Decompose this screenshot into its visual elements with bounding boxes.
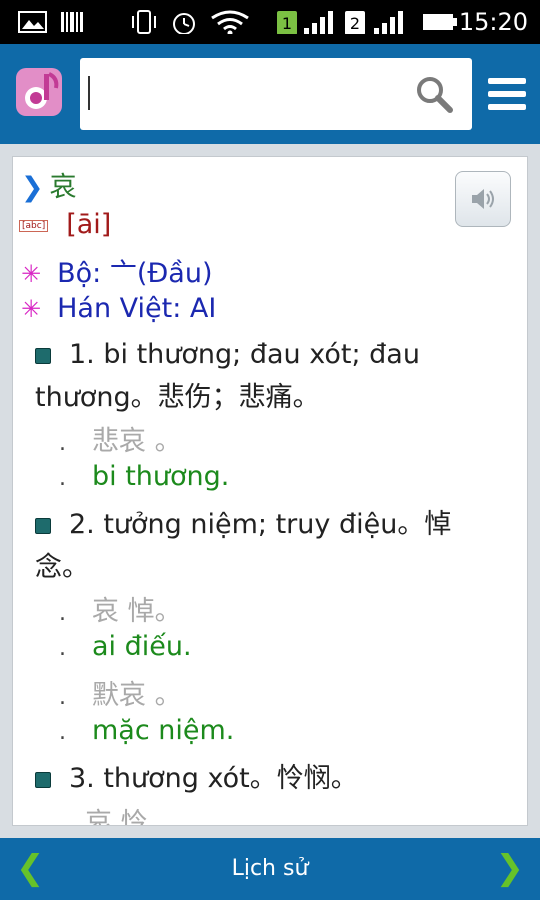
example-vietnamese: . ai điếu. bbox=[59, 631, 192, 662]
radical-row: ✳ Bộ: 亠(Đầu) bbox=[21, 251, 212, 290]
history-button[interactable]: Lịch sử bbox=[0, 856, 540, 881]
example-vietnamese: . bi thương. bbox=[59, 461, 230, 492]
menu-line bbox=[488, 104, 526, 110]
bullet-icon bbox=[35, 347, 51, 364]
wifi-icon bbox=[211, 10, 249, 34]
dictionary-entry-panel[interactable]: ❯ 哀 [abc] [āi] ✳ Bộ: 亠(Đầu) ✳ Hán Việt: AI 1… bbox=[12, 156, 528, 826]
search-box[interactable] bbox=[80, 58, 472, 130]
example-chinese: 哀 怜 bbox=[85, 808, 148, 826]
example-vietnamese: . mặc niệm. bbox=[59, 715, 235, 746]
barcode-icon bbox=[61, 12, 83, 32]
example-chinese: . 悲哀 。 bbox=[59, 426, 182, 457]
definition-text: 1. bi thương; đau xót; đau thương。悲伤；悲痛。 bbox=[35, 339, 420, 413]
image-icon bbox=[18, 11, 47, 33]
menu-button[interactable] bbox=[488, 78, 526, 112]
chevron-right-icon: ❯ bbox=[21, 172, 44, 203]
example-chinese: . 默哀 。 bbox=[59, 680, 182, 711]
svg-text:2: 2 bbox=[350, 14, 360, 33]
sim1-icon: 1 bbox=[277, 11, 297, 34]
app-header bbox=[0, 44, 540, 144]
signal-icon bbox=[304, 11, 333, 34]
han-viet-text: Hán Việt: AI bbox=[57, 293, 217, 324]
definition-text: 3. thương xót。怜悯。 bbox=[69, 763, 358, 794]
star-icon: ✳ bbox=[21, 295, 42, 323]
menu-line bbox=[488, 91, 526, 97]
next-entry-button[interactable]: ❯ bbox=[496, 848, 525, 888]
abc-icon: [abc] bbox=[19, 219, 49, 232]
battery-icon bbox=[423, 14, 457, 30]
han-viet-row: ✳ Hán Việt: AI bbox=[21, 293, 216, 324]
pinyin-row: [abc] [āi] bbox=[19, 209, 111, 240]
entry-character-row: ❯ 哀 bbox=[21, 165, 77, 204]
bullet-icon bbox=[35, 517, 51, 534]
text-caret bbox=[88, 76, 90, 110]
example-chinese: .哀 悼。 bbox=[59, 596, 182, 627]
radical-text: Bộ: 亠(Đầu) bbox=[57, 258, 213, 289]
star-icon: ✳ bbox=[21, 260, 42, 288]
sim2-icon: 2 bbox=[345, 11, 365, 34]
menu-line bbox=[488, 78, 526, 84]
bullet-icon bbox=[35, 771, 51, 788]
definition-text: 2. tưởng niệm; truy điệu。悼念。 bbox=[35, 509, 452, 583]
speaker-button[interactable] bbox=[455, 171, 511, 227]
status-time: 15:20 bbox=[458, 8, 528, 36]
speaker-icon bbox=[472, 189, 494, 209]
status-bar: 1 2 15:20 bbox=[0, 0, 540, 44]
vibrate-icon bbox=[132, 10, 156, 34]
pinyin: [āi] bbox=[66, 209, 112, 240]
entry-character: 哀 bbox=[49, 172, 77, 203]
bottom-nav-bar: ❮ Lịch sử ❯ bbox=[0, 838, 540, 900]
svg-text:1: 1 bbox=[282, 14, 292, 33]
search-icon[interactable] bbox=[414, 74, 454, 114]
definition-item: 1. bi thương; đau xót; đau thương。悲伤；悲痛。 bbox=[35, 333, 505, 419]
alarm-icon bbox=[173, 13, 195, 34]
search-input[interactable] bbox=[88, 66, 412, 124]
signal-icon bbox=[374, 11, 403, 34]
definition-item: 3. thương xót。怜悯。 bbox=[35, 757, 505, 800]
definition-item: 2. tưởng niệm; truy điệu。悼念。 bbox=[35, 503, 505, 589]
app-logo-icon[interactable] bbox=[14, 66, 64, 118]
